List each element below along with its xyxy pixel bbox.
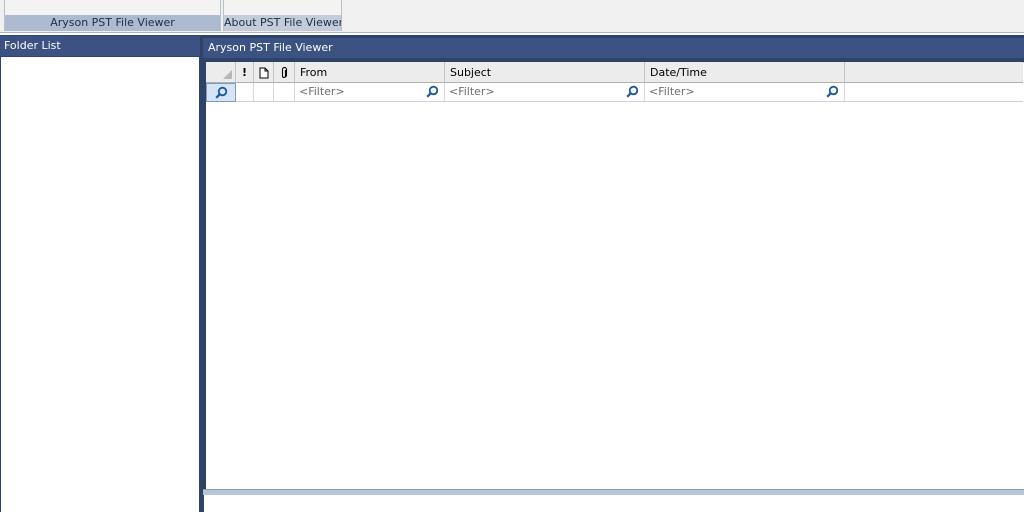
column-header-attachment[interactable] (274, 62, 295, 83)
ribbon-group-label: Aryson PST File Viewer (5, 15, 220, 31)
search-icon[interactable] (426, 85, 439, 98)
filter-from-input[interactable]: <Filter> (295, 83, 445, 102)
importance-icon: ! (241, 66, 248, 79)
filter-cell-attachment (274, 83, 295, 102)
attachment-icon (280, 66, 288, 79)
filter-cell-importance (236, 83, 254, 102)
filter-placeholder: <Filter> (649, 85, 695, 98)
select-all-corner[interactable] (206, 62, 236, 83)
search-icon[interactable] (826, 85, 839, 98)
filter-subject-input[interactable]: <Filter> (445, 83, 645, 102)
filter-row-button[interactable] (206, 83, 236, 102)
ribbon-group-label: About PST File Viewer (224, 15, 341, 31)
search-icon[interactable] (626, 85, 639, 98)
folder-tree[interactable] (1, 57, 199, 512)
column-header-from[interactable]: From (295, 62, 445, 83)
column-header-subject[interactable]: Subject (445, 62, 645, 83)
column-header-importance[interactable]: ! (236, 62, 254, 83)
filter-date-time-input[interactable]: <Filter> (645, 83, 845, 102)
ribbon-group-viewer[interactable]: Aryson PST File Viewer (4, 0, 221, 31)
filter-placeholder: <Filter> (449, 85, 495, 98)
column-header-date-time[interactable]: Date/Time (645, 62, 845, 83)
filter-cell-item-type (254, 83, 274, 102)
column-header-filler (845, 62, 1023, 83)
folder-pane-title: Folder List (0, 36, 200, 56)
filter-placeholder: <Filter> (299, 85, 345, 98)
preview-pane (204, 495, 1024, 512)
column-header-item-type[interactable] (254, 62, 274, 83)
message-grid[interactable] (206, 62, 1024, 489)
search-icon (215, 86, 228, 99)
corner-triangle-icon (223, 70, 232, 79)
item-type-icon (259, 66, 269, 79)
ribbon-group-about[interactable]: About PST File Viewer (223, 0, 342, 31)
message-pane-title: Aryson PST File Viewer (203, 38, 1024, 58)
filter-cell-filler (845, 83, 1023, 102)
